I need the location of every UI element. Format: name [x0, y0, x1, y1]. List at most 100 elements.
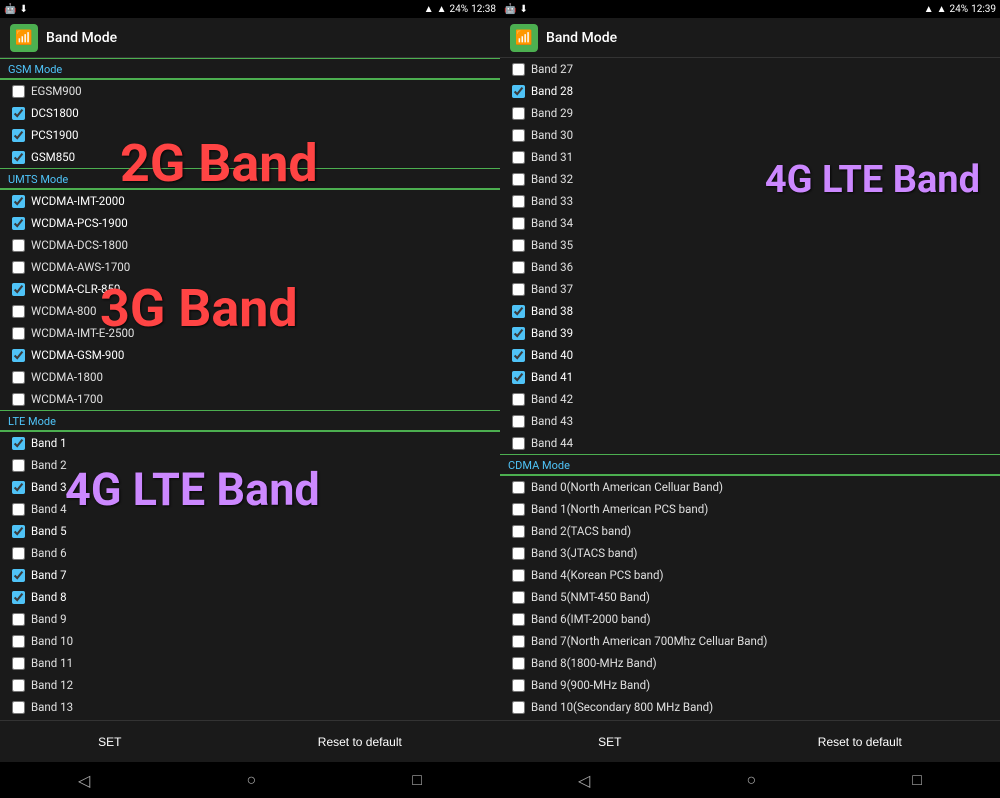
list-item: Band 1(North American PCS band)	[500, 498, 1000, 520]
status-right-left: 🤖 ⬇	[504, 4, 528, 15]
checkbox-cdma-4[interactable]	[512, 569, 525, 582]
checkbox-cdma-8[interactable]	[512, 657, 525, 670]
band-label: Band 43	[531, 414, 573, 428]
list-item: DCS1800	[0, 102, 500, 124]
band-label: Band 0(North American Celluar Band)	[531, 480, 723, 494]
list-item: Band 9	[0, 608, 500, 630]
back-button-left[interactable]: ◁	[58, 767, 110, 794]
checkbox-r-band35[interactable]	[512, 239, 525, 252]
wifi-icon-r: ▲	[937, 4, 947, 15]
checkbox-cdma-10[interactable]	[512, 701, 525, 714]
checkbox-wcdma-aws1700[interactable]	[12, 261, 25, 274]
checkbox-r-band27[interactable]	[512, 63, 525, 76]
checkbox-wcdma-clr850[interactable]	[12, 283, 25, 296]
checkbox-wcdma-gsm900[interactable]	[12, 349, 25, 362]
list-item: Band 10	[0, 630, 500, 652]
band-label: Band 8(1800-MHz Band)	[531, 656, 657, 670]
list-item: Band 3(JTACS band)	[500, 542, 1000, 564]
checkbox-r-band37[interactable]	[512, 283, 525, 296]
band-label: Band 5	[31, 524, 67, 538]
reset-button-left[interactable]: Reset to default	[298, 729, 422, 755]
reset-button-right[interactable]: Reset to default	[798, 729, 922, 755]
checkbox-wcdma-1800[interactable]	[12, 371, 25, 384]
checkbox-cdma-5[interactable]	[512, 591, 525, 604]
checkbox-r-band44[interactable]	[512, 437, 525, 450]
checkbox-wcdma-imt2000[interactable]	[12, 195, 25, 208]
checkbox-band8[interactable]	[12, 591, 25, 604]
list-item: Band 9(900-MHz Band)	[500, 674, 1000, 696]
checkbox-r-band38[interactable]	[512, 305, 525, 318]
checkbox-wcdma-pcs1900[interactable]	[12, 217, 25, 230]
download-icon: ⬇	[19, 4, 27, 15]
checkbox-r-band41[interactable]	[512, 371, 525, 384]
checkbox-band3[interactable]	[12, 481, 25, 494]
band-label: Band 13	[31, 700, 73, 714]
checkbox-r-band28[interactable]	[512, 85, 525, 98]
list-item: Band 38	[500, 300, 1000, 322]
checkbox-band2[interactable]	[12, 459, 25, 472]
checkbox-wcdma-imte2500[interactable]	[12, 327, 25, 340]
checkbox-band12[interactable]	[12, 679, 25, 692]
list-item: WCDMA-CLR-850	[0, 278, 500, 300]
checkbox-pcs1900[interactable]	[12, 129, 25, 142]
status-right-right: ▲ ▲ 24% 12:39	[924, 4, 996, 15]
checkbox-band6[interactable]	[12, 547, 25, 560]
band-label: Band 10	[31, 634, 73, 648]
band-label: Band 31	[531, 150, 573, 164]
band-label: Band 9(900-MHz Band)	[531, 678, 650, 692]
checkbox-cdma-6[interactable]	[512, 613, 525, 626]
band-label: Band 40	[531, 348, 573, 362]
checkbox-wcdma-1700[interactable]	[12, 393, 25, 406]
checkbox-cdma-7[interactable]	[512, 635, 525, 648]
checkbox-cdma-9[interactable]	[512, 679, 525, 692]
checkbox-cdma-1[interactable]	[512, 503, 525, 516]
app-header-left: 📶 Band Mode	[0, 18, 500, 58]
checkbox-wcdma-dcs1800[interactable]	[12, 239, 25, 252]
scroll-left[interactable]: GSM Mode EGSM900 DCS1800 PCS1900 GSM850	[0, 58, 500, 720]
checkbox-dcs1800[interactable]	[12, 107, 25, 120]
checkbox-band9[interactable]	[12, 613, 25, 626]
recents-button-right[interactable]: □	[892, 766, 942, 794]
band-label: Band 38	[531, 304, 573, 318]
home-button-left[interactable]: ○	[226, 766, 276, 794]
checkbox-band13[interactable]	[12, 701, 25, 714]
list-item: Band 3	[0, 476, 500, 498]
checkbox-r-band40[interactable]	[512, 349, 525, 362]
checkbox-r-band32[interactable]	[512, 173, 525, 186]
checkbox-egsm900[interactable]	[12, 85, 25, 98]
list-item: EGSM900	[0, 80, 500, 102]
home-button-right[interactable]: ○	[726, 766, 776, 794]
checkbox-band10[interactable]	[12, 635, 25, 648]
set-button-right[interactable]: SET	[578, 729, 641, 755]
back-button-right[interactable]: ◁	[558, 767, 610, 794]
band-label: Band 9	[31, 612, 67, 626]
list-item: Band 4	[0, 498, 500, 520]
recents-button-left[interactable]: □	[392, 766, 442, 794]
checkbox-r-band36[interactable]	[512, 261, 525, 274]
checkbox-band7[interactable]	[12, 569, 25, 582]
android-icon: 🤖	[4, 4, 16, 15]
checkbox-r-band39[interactable]	[512, 327, 525, 340]
checkbox-r-band30[interactable]	[512, 129, 525, 142]
checkbox-r-band31[interactable]	[512, 151, 525, 164]
checkbox-cdma-3[interactable]	[512, 547, 525, 560]
checkbox-band1[interactable]	[12, 437, 25, 450]
checkbox-cdma-0[interactable]	[512, 481, 525, 494]
checkbox-r-band34[interactable]	[512, 217, 525, 230]
checkbox-band11[interactable]	[12, 657, 25, 670]
status-bar-right: 🤖 ⬇ ▲ ▲ 24% 12:39	[500, 0, 1000, 18]
checkbox-wcdma-800[interactable]	[12, 305, 25, 318]
checkbox-cdma-2[interactable]	[512, 525, 525, 538]
band-label: Band 34	[531, 216, 573, 230]
checkbox-r-band42[interactable]	[512, 393, 525, 406]
checkbox-r-band43[interactable]	[512, 415, 525, 428]
set-button-left[interactable]: SET	[78, 729, 141, 755]
list-item: Band 8	[0, 586, 500, 608]
checkbox-band5[interactable]	[12, 525, 25, 538]
checkbox-r-band33[interactable]	[512, 195, 525, 208]
checkbox-r-band29[interactable]	[512, 107, 525, 120]
list-item: Band 13	[0, 696, 500, 718]
checkbox-band4[interactable]	[12, 503, 25, 516]
checkbox-gsm850[interactable]	[12, 151, 25, 164]
scroll-right[interactable]: Band 27 Band 28 Band 29 Band 30 Band 31	[500, 58, 1000, 720]
